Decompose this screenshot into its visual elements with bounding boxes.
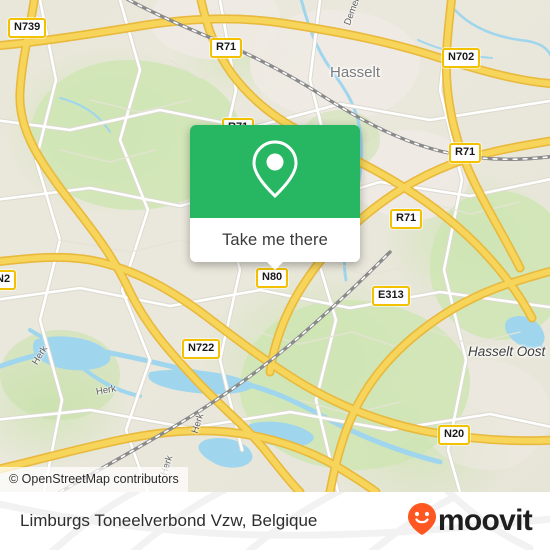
map-attribution[interactable]: © OpenStreetMap contributors — [0, 466, 188, 492]
location-popup-card[interactable]: Take me there — [190, 125, 360, 270]
moovit-wordmark: moovit — [437, 504, 533, 537]
moovit-pin-icon — [407, 502, 437, 541]
card-pointer-tail — [266, 261, 284, 270]
card-pin-area — [190, 125, 360, 218]
road-shield-r71-s[interactable]: R71 — [390, 209, 423, 229]
moovit-logo[interactable]: moovit — [407, 502, 533, 541]
road-shield-r71-n[interactable]: R71 — [210, 38, 243, 58]
road-shield-r71-e[interactable]: R71 — [449, 143, 482, 163]
road-shield-n80[interactable]: N80 — [256, 268, 289, 288]
road-shield-n2[interactable]: N2 — [0, 270, 17, 290]
map-pin-icon — [249, 138, 301, 205]
location-title: Limburgs Toneelverbond Vzw, Belgique — [20, 511, 318, 530]
road-shield-n702[interactable]: N702 — [442, 48, 481, 68]
card-cta-area[interactable]: Take me there — [190, 218, 360, 270]
take-me-there-button[interactable]: Take me there — [222, 231, 328, 250]
footer-bar: Limburgs Toneelverbond Vzw, Belgique moo… — [0, 492, 550, 550]
moovit-location-card-screenshot: .mj{fill:none;stroke:#f7d55a;stroke-line… — [0, 0, 550, 550]
road-shield-n722[interactable]: N722 — [182, 339, 221, 359]
place-label-hasselt: Hasselt — [330, 64, 381, 81]
footer-content: Limburgs Toneelverbond Vzw, Belgique moo… — [0, 492, 550, 550]
place-label-hasselt-oost: Hasselt Oost — [468, 344, 546, 359]
road-shield-n739[interactable]: N739 — [8, 18, 47, 38]
road-shield-e313[interactable]: E313 — [372, 286, 410, 306]
road-shield-n20[interactable]: N20 — [438, 425, 471, 445]
